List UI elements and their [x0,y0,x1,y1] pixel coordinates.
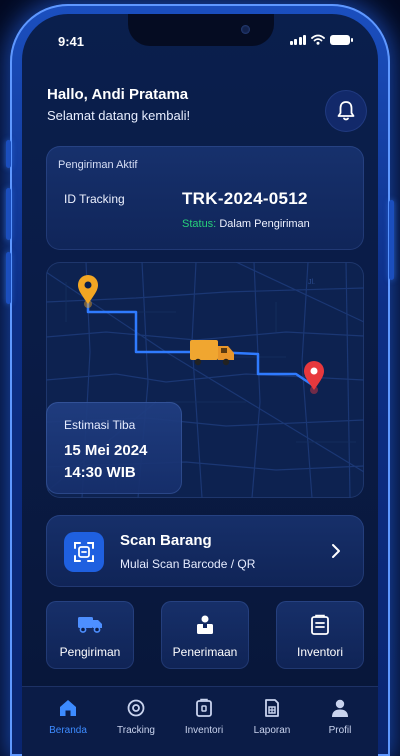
greeting-subtitle: Selamat datang kembali! [47,108,191,123]
nav-label: Laporan [253,725,291,736]
map-street-label: Jl. [308,279,315,286]
quick-action-pengiriman[interactable]: Pengiriman [46,601,134,669]
bottom-nav: Beranda Tracking Inventori Laporan Profi… [22,686,378,756]
chevron-right-icon [332,544,340,558]
active-shipment-label: Pengiriman Aktif [58,159,138,171]
phone-volume-button [6,252,11,304]
tracking-map[interactable]: Jl. Estimasi Tiba 15 Mei 2024 14:30 WIB [46,262,364,498]
tracking-id-value: TRK-2024-0512 [182,189,308,208]
tracking-id-label: ID Tracking [64,192,125,206]
nav-label: Beranda [49,725,87,736]
app-screen: 9:41 Hallo, Andi Pratama Selamat datang … [22,14,378,756]
active-shipment-card[interactable]: Pengiriman Aktif ID Tracking TRK-2024-05… [46,146,364,250]
inventory-icon [196,698,212,717]
nav-laporan[interactable]: Laporan [242,697,302,736]
eta-label: Estimasi Tiba [64,418,136,432]
phone-volume-button [6,188,11,240]
shipment-status: Status: Dalam Pengiriman [182,218,310,230]
destination-pin-icon [304,361,324,394]
quick-action-inventori[interactable]: Inventori [276,601,364,669]
eta-card: Estimasi Tiba 15 Mei 2024 14:30 WIB [46,402,182,494]
truck-icon [78,617,102,633]
quick-action-label: Penerimaan [172,645,238,659]
nav-tracking[interactable]: Tracking [106,697,166,736]
status-label: Status: [182,218,217,230]
status-value: Dalam Pengiriman [219,218,310,230]
nav-label: Profil [328,725,352,736]
home-icon [60,700,76,716]
scan-title: Scan Barang [120,532,212,549]
bell-icon [337,101,355,121]
nav-profil[interactable]: Profil [310,697,370,736]
greeting-name: Hallo, Andi Pratama [47,86,189,103]
battery-icon [330,34,353,45]
notch [128,14,274,46]
nav-beranda[interactable]: Beranda [38,697,98,736]
scan-barcode-icon [64,532,104,572]
receive-box-icon [197,615,213,634]
nav-label: Tracking [117,725,155,736]
nav-label: Inventori [184,725,224,736]
profile-icon [332,699,348,717]
report-icon [265,699,279,717]
inventory-list-icon [311,614,329,635]
phone-power-button [389,200,394,280]
scan-button[interactable]: Scan Barang Mulai Scan Barcode / QR [46,515,364,587]
origin-pin-icon [78,275,98,308]
eta-date: 15 Mei 2024 [64,442,148,459]
eta-time: 14:30 WIB [64,464,136,481]
scan-subtitle: Mulai Scan Barcode / QR [120,557,256,571]
notification-button[interactable] [325,90,367,132]
status-icons [289,34,353,45]
signal-icon [289,34,306,45]
quick-action-label: Inventori [296,645,344,659]
wifi-icon [311,34,325,45]
quick-action-label: Pengiriman [59,645,121,659]
quick-action-penerimaan[interactable]: Penerimaan [161,601,249,669]
tracking-target-icon [127,699,145,717]
phone-side-button [6,140,11,168]
nav-inventori[interactable]: Inventori [174,697,234,736]
truck-icon [190,340,234,366]
status-time: 9:41 [58,34,85,49]
camera-dot [241,25,250,34]
